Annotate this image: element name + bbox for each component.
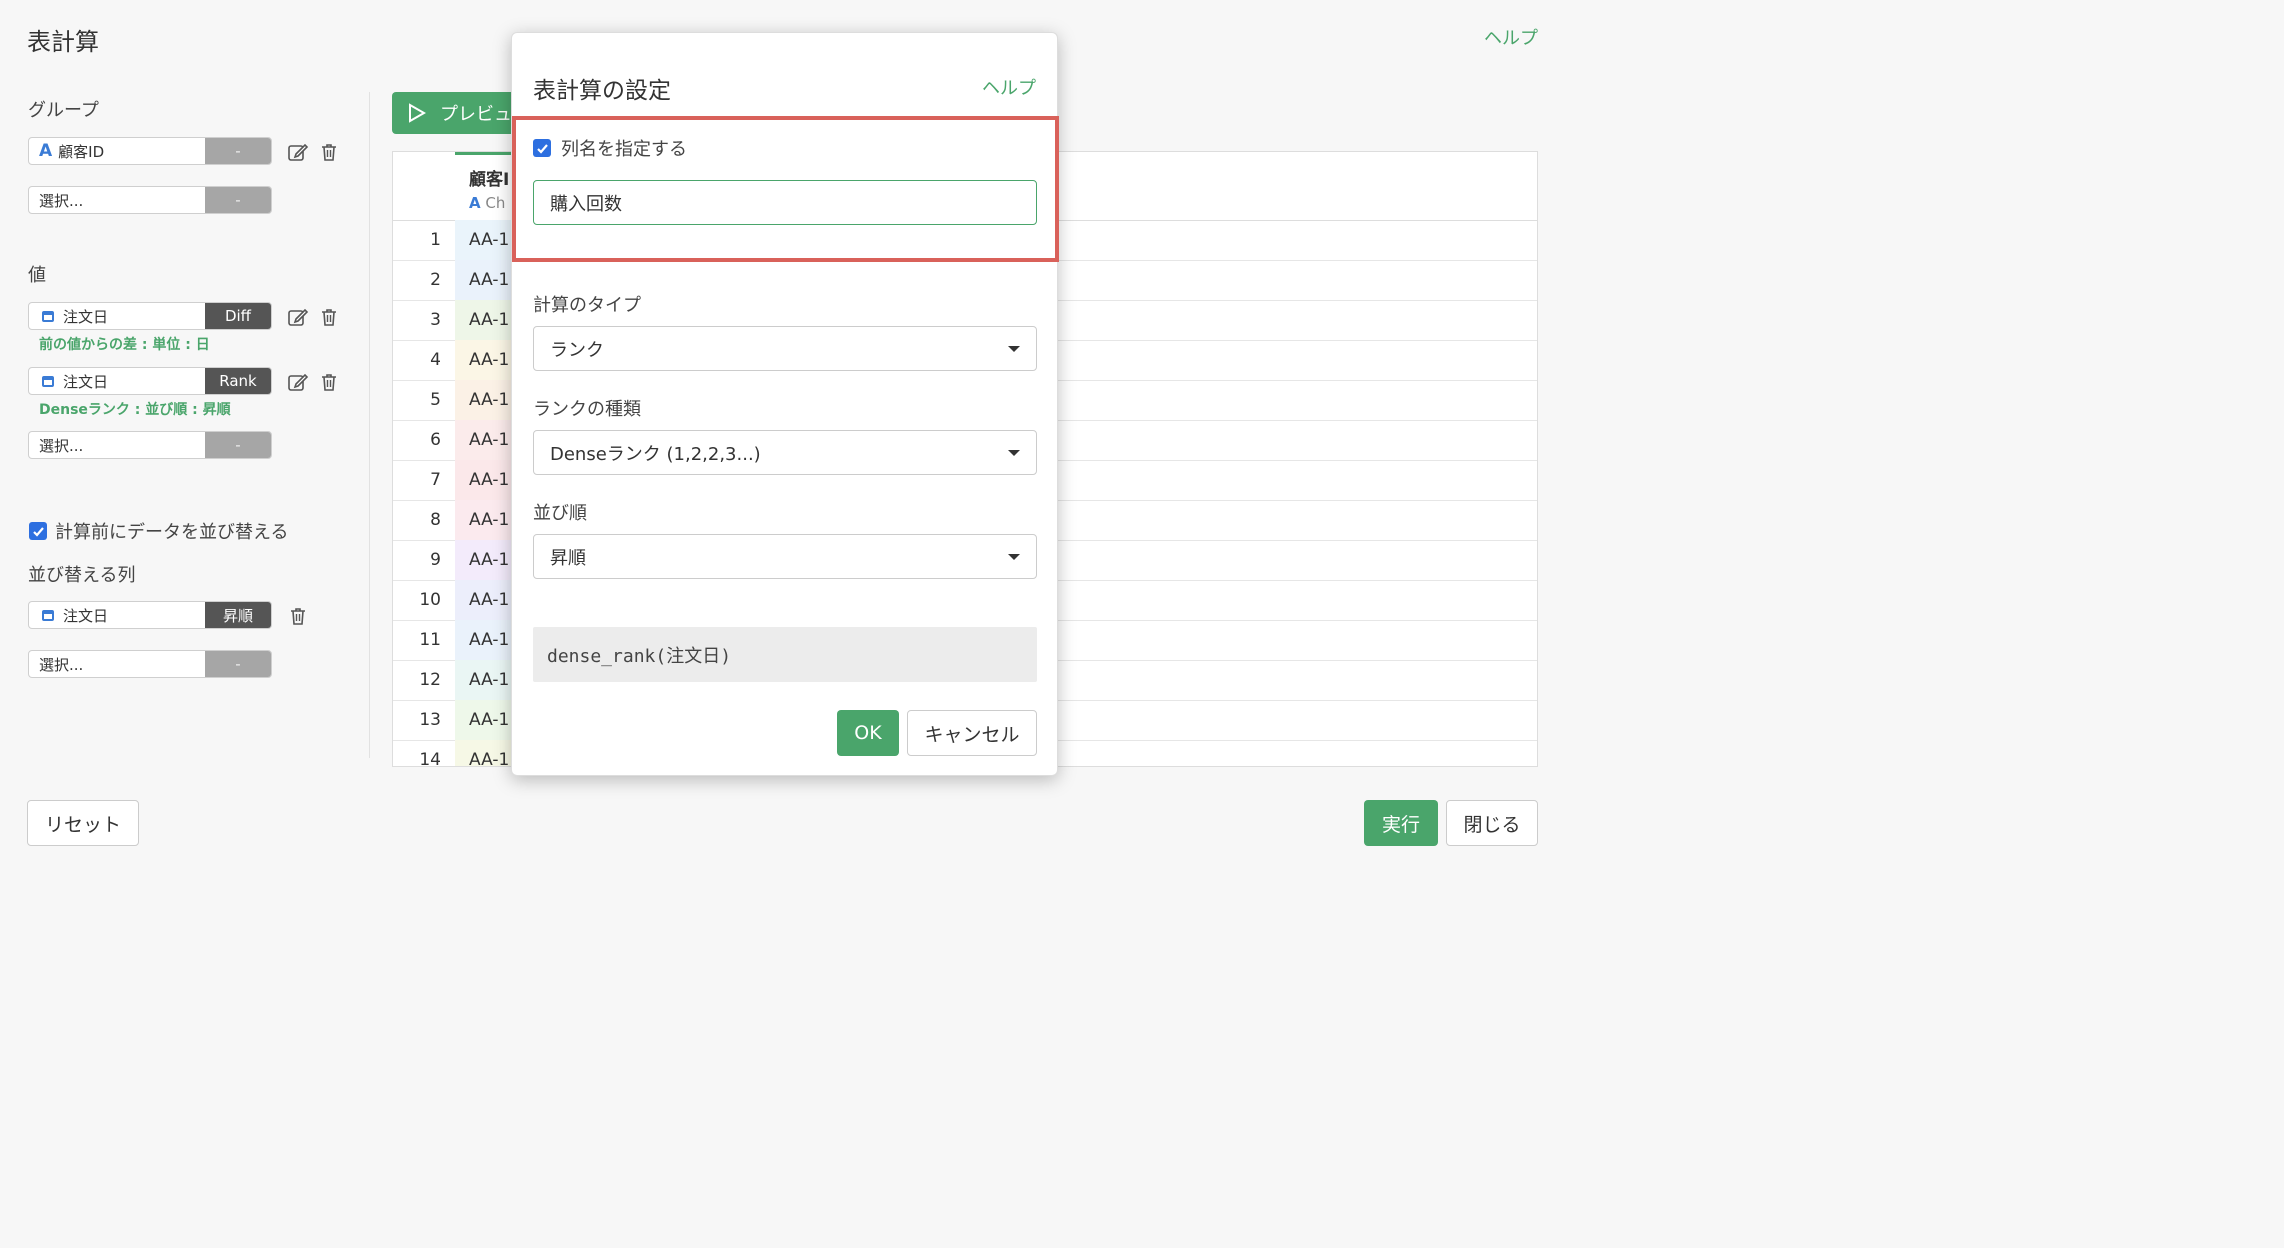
help-link[interactable]: ヘルプ [1484,24,1538,50]
order-select[interactable]: 昇順 [533,534,1037,579]
row-number: 14 [419,750,441,767]
calendar-icon [42,609,54,621]
trash-icon[interactable] [318,141,340,163]
group-field-customer-id[interactable]: A 顧客ID - [28,137,272,165]
field-tag[interactable]: - [205,432,271,458]
value-field-rank[interactable]: 注文日 Rank [28,367,272,395]
table-cell: AA-1 [455,660,515,700]
value-select-field[interactable]: 選択... - [28,431,272,459]
table-cell: AA-1 [455,620,515,660]
page-title: 表計算 [27,28,99,56]
value-field-diff[interactable]: 注文日 Diff [28,302,272,330]
trash-icon[interactable] [318,306,340,328]
row-number: 1 [430,230,441,250]
calc-type-select[interactable]: ランク [533,326,1037,371]
rank-kind-select[interactable]: Denseランク (1,2,2,3...) [533,430,1037,475]
table-cell: AA-1 [455,340,515,380]
row-number: 9 [430,550,441,570]
row-number: 6 [430,430,441,450]
specify-column-name-option[interactable]: 列名を指定する [533,135,687,161]
dialog-help-link[interactable]: ヘルプ [982,74,1036,100]
field-name: 注文日 [63,372,109,391]
column-name-input[interactable]: 購入回数 [533,180,1037,225]
rank-kind-value: Denseランク (1,2,2,3...) [550,443,761,465]
edit-icon[interactable] [287,141,309,163]
calendar-icon [42,310,54,322]
panel-divider [369,92,370,758]
value-note: 前の値からの差 : 単位 : 日 [39,337,210,353]
close-button[interactable]: 閉じる [1446,800,1538,846]
table-cell: AA-1 [455,220,515,260]
field-tag[interactable]: Rank [205,368,271,394]
table-cell: AA-1 [455,460,515,500]
edit-icon[interactable] [287,306,309,328]
row-number: 4 [430,350,441,370]
table-cell: AA-1 [455,500,515,540]
string-type-icon: A [39,141,53,161]
table-cell: AA-1 [455,740,515,766]
cancel-button[interactable]: キャンセル [907,710,1037,756]
group-label: グループ [28,100,99,121]
values-label: 値 [28,265,46,286]
field-tag[interactable]: - [205,138,271,164]
select-placeholder: 選択... [39,191,84,210]
sort-select-field[interactable]: 選択... - [28,650,272,678]
chevron-down-icon [1008,449,1020,456]
specify-column-name-label: 列名を指定する [561,139,687,160]
row-number: 3 [430,310,441,330]
select-placeholder: 選択... [39,655,84,674]
select-placeholder: 選択... [39,436,84,455]
sort-checkbox-label: 計算前にデータを並び替える [55,522,289,543]
sort-before-calc-option[interactable]: 計算前にデータを並び替える [29,518,288,544]
formula-preview: dense_rank(注文日) [533,627,1037,682]
specify-column-name-checkbox[interactable] [533,139,551,157]
play-icon [409,103,426,123]
rank-kind-label: ランクの種類 [533,399,641,420]
ok-button[interactable]: OK [837,710,899,756]
calc-type-value: ランク [550,339,604,361]
edit-icon[interactable] [287,371,309,393]
row-number: 10 [419,590,441,610]
row-number: 12 [419,670,441,690]
table-cell: AA-1 [455,540,515,580]
order-label: 並び順 [533,503,587,524]
row-number: 2 [430,270,441,290]
dialog-title: 表計算の設定 [533,78,671,104]
field-tag[interactable]: - [205,187,271,213]
run-button[interactable]: 実行 [1364,800,1438,846]
table-cell: AA-1 [455,420,515,460]
value-note: Denseランク : 並び順 : 昇順 [39,402,231,418]
table-cell: AA-1 [455,380,515,420]
field-tag[interactable]: 昇順 [205,602,271,628]
row-number: 8 [430,510,441,530]
row-number: 7 [430,470,441,490]
field-tag[interactable]: - [205,651,271,677]
table-cell: AA-1 [455,580,515,620]
table-cell: AA-1 [455,300,515,340]
field-name: 注文日 [63,606,109,625]
field-tag[interactable]: Diff [205,303,271,329]
calendar-icon [42,375,54,387]
column-type-label: Ch [485,194,506,212]
row-number: 5 [430,390,441,410]
order-value: 昇順 [550,547,586,569]
sort-columns-label: 並び替える列 [28,565,136,586]
calc-type-label: 計算のタイプ [533,295,641,316]
group-select-field[interactable]: 選択... - [28,186,272,214]
field-name: 注文日 [63,307,109,326]
table-cell: AA-1 [455,260,515,300]
sort-checkbox[interactable] [29,522,47,540]
chevron-down-icon [1008,345,1020,352]
row-number: 13 [419,710,441,730]
trash-icon[interactable] [287,605,309,627]
reset-button[interactable]: リセット [27,800,139,846]
field-name: 顧客ID [58,142,105,161]
sort-field-order-date[interactable]: 注文日 昇順 [28,601,272,629]
chevron-down-icon [1008,553,1020,560]
trash-icon[interactable] [318,371,340,393]
row-number: 11 [419,630,441,650]
table-calc-settings-dialog: 表計算の設定 ヘルプ 列名を指定する 購入回数 計算のタイプ ランク ランクの種… [511,32,1059,776]
string-type-icon: A [469,194,481,212]
table-cell: AA-1 [455,700,515,740]
